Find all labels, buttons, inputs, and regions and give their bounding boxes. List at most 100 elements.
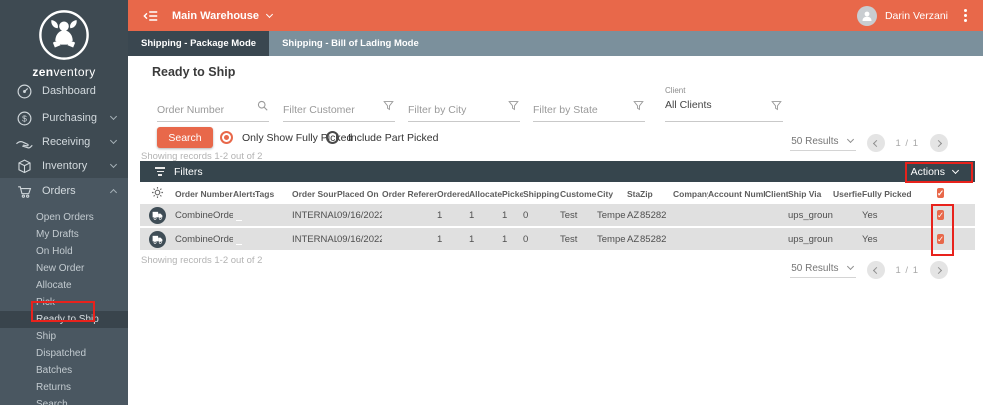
sidebar-item-dashboard[interactable]: Dashboard	[0, 79, 128, 103]
sidebar-item-label: Dashboard	[42, 85, 96, 97]
cell-alerts	[233, 204, 255, 227]
column-header-ordered[interactable]: Ordered	[437, 183, 469, 204]
cell-ordered: 1	[437, 209, 443, 221]
cell-state: AZ	[627, 226, 640, 250]
page-size-select[interactable]: 50 Results	[790, 136, 856, 151]
page-size-select[interactable]: 50 Results	[790, 263, 856, 278]
cell-userfield1	[833, 204, 862, 227]
funnel-icon	[508, 98, 519, 116]
cell-order-reference	[382, 204, 437, 227]
column-header-customer[interactable]: Customer	[560, 183, 597, 204]
orders-table: Order Number Alerts Tags Order Source Pl…	[140, 183, 975, 250]
customer-filter-input[interactable]	[283, 100, 380, 119]
chevron-down-icon	[951, 166, 960, 174]
column-header-allocated[interactable]: Allocated	[469, 183, 502, 204]
order-number-input[interactable]	[157, 100, 254, 119]
column-header-order-source[interactable]: Order Source	[292, 183, 337, 204]
sidebar-item-label: Receiving	[42, 136, 91, 148]
prev-page-button[interactable]	[866, 261, 885, 279]
sidebar-item-batches[interactable]: Batches	[0, 362, 128, 379]
sidebar-item-label: Inventory	[42, 160, 88, 172]
sidebar-item-my-drafts[interactable]: My Drafts	[0, 226, 128, 243]
radio-unselected-icon[interactable]	[326, 131, 339, 144]
sidebar-item-label: Orders	[42, 185, 76, 197]
column-header-state[interactable]: State	[627, 183, 640, 204]
column-header-order-number[interactable]: Order Number	[175, 183, 233, 204]
sidebar-item-open-orders[interactable]: Open Orders	[0, 209, 128, 226]
sidebar-item-returns[interactable]: Returns	[0, 379, 128, 396]
column-header-order-reference[interactable]: Order Reference	[382, 183, 437, 204]
column-header-alerts[interactable]: Alerts	[233, 183, 255, 204]
zenventory-logo-icon	[39, 10, 89, 60]
table-filters-bar: Filters Actions	[140, 161, 975, 182]
row-select-cell	[932, 226, 975, 250]
actions-menu-button[interactable]: Actions	[910, 165, 960, 178]
column-header-company[interactable]: Company	[673, 183, 708, 204]
sidebar-item-label: Purchasing	[42, 112, 98, 124]
row-checkbox[interactable]	[937, 233, 945, 244]
table-row[interactable]: CombineOrder1 INTERNAL 09/16/2022 1 1 1 …	[140, 226, 975, 250]
topbar-right: Darin Verzani	[856, 5, 973, 26]
state-filter-input[interactable]	[533, 100, 630, 119]
next-page-button[interactable]	[930, 134, 948, 152]
column-header-city[interactable]: City	[597, 183, 627, 204]
column-header-ship-via[interactable]: Ship Via	[788, 183, 833, 204]
warehouse-selector[interactable]: Main Warehouse	[172, 10, 274, 22]
column-header-fully-picked[interactable]: Fully Picked	[862, 183, 932, 204]
tab-shipping-bill-of-lading-mode[interactable]: Shipping - Bill of Lading Mode	[269, 31, 432, 56]
sidebar-item-orders[interactable]: Orders	[0, 179, 128, 203]
column-header-client[interactable]: Client	[765, 183, 788, 204]
gear-icon[interactable]	[151, 186, 164, 201]
avatar[interactable]	[856, 5, 877, 26]
sidebar-item-receiving[interactable]: Receiving	[0, 130, 128, 154]
funnel-icon	[633, 98, 644, 116]
column-header-picked[interactable]: Picked	[502, 183, 523, 204]
state-filter	[533, 100, 645, 122]
client-select[interactable]: Client All Clients	[665, 86, 783, 122]
cell-account-number	[708, 226, 765, 250]
row-checkbox[interactable]	[937, 209, 945, 220]
filters-bar-label[interactable]: Filters	[174, 166, 203, 178]
topbar: Main Warehouse Darin Verzani	[128, 0, 983, 31]
radio-include-part-picked[interactable]: Include Part Picked	[326, 127, 438, 148]
sidebar: zenventory Dashboard $ Purchasing Receiv…	[0, 0, 128, 405]
table-row[interactable]: CombineOrder2 INTERNAL 09/16/2022 1 1 1 …	[140, 204, 975, 227]
svg-text:$: $	[22, 113, 27, 123]
orders-submenu: Open Orders My Drafts On Hold New Order …	[0, 209, 128, 405]
funnel-icon	[771, 98, 782, 116]
cell-fully-picked: Yes	[862, 226, 932, 250]
select-all-checkbox[interactable]	[937, 188, 945, 198]
sidebar-item-purchasing[interactable]: $ Purchasing	[0, 106, 128, 130]
column-header-placed-on[interactable]: Placed On	[337, 183, 382, 204]
prev-page-button[interactable]	[866, 134, 885, 152]
tab-shipping-package-mode[interactable]: Shipping - Package Mode	[128, 31, 270, 56]
kebab-menu-icon[interactable]	[964, 14, 967, 17]
cell-account-number	[708, 204, 765, 227]
column-header-account-number[interactable]: Account Number	[708, 183, 765, 204]
sidebar-item-on-hold[interactable]: On Hold	[0, 243, 128, 260]
city-filter-input[interactable]	[408, 100, 505, 119]
cell-order-source: INTERNAL	[292, 209, 337, 221]
select-all-cell	[932, 183, 975, 204]
truck-icon	[149, 230, 166, 248]
sidebar-item-allocate[interactable]: Allocate	[0, 277, 128, 294]
search-button[interactable]: Search	[157, 127, 213, 148]
cell-order-number: CombineOrder2	[175, 209, 233, 221]
collapse-menu-icon[interactable]	[143, 9, 159, 23]
cell-client	[765, 226, 788, 250]
radio-selected-icon[interactable]	[220, 131, 233, 144]
sidebar-item-pick[interactable]: Pick	[0, 294, 128, 311]
column-header-tags[interactable]: Tags	[255, 183, 292, 204]
next-page-button[interactable]	[930, 261, 948, 279]
sidebar-item-search[interactable]: Search	[0, 396, 128, 405]
column-header-zip[interactable]: Zip	[640, 183, 673, 204]
sidebar-item-ship[interactable]: Ship	[0, 328, 128, 345]
actions-label: Actions	[910, 165, 945, 178]
purchasing-icon: $	[14, 110, 34, 127]
sidebar-item-inventory[interactable]: Inventory	[0, 154, 128, 178]
column-header-userfield1[interactable]: Userfield1	[833, 183, 862, 204]
sidebar-item-new-order[interactable]: New Order	[0, 260, 128, 277]
sidebar-item-ready-to-ship[interactable]: Ready to Ship	[0, 311, 128, 328]
sidebar-item-dispatched[interactable]: Dispatched	[0, 345, 128, 362]
column-header-shipping[interactable]: Shipping	[523, 183, 560, 204]
